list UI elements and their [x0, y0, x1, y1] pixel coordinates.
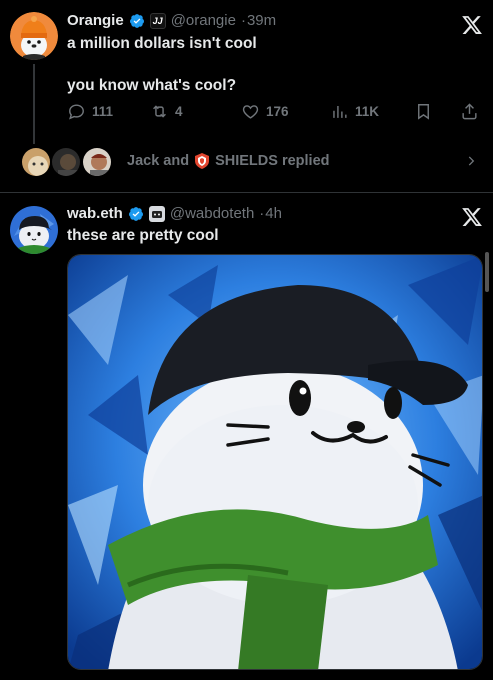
views-button[interactable]: 11K: [330, 102, 379, 121]
action-bar: 111 4 176 11K: [67, 102, 482, 124]
verified-badge-icon: [129, 13, 144, 28]
tweet-text-line1: a million dollars isn't cool: [67, 35, 257, 52]
replier-avatar-1: [20, 146, 52, 178]
author-name[interactable]: Orangie: [67, 12, 124, 29]
avatar[interactable]: [10, 206, 58, 254]
affiliate-badge-icon: JJ: [149, 12, 166, 29]
reply-icon: [69, 104, 84, 120]
view-count: 11K: [355, 104, 380, 119]
timestamp[interactable]: 39m: [247, 12, 276, 29]
author-handle[interactable]: @wabdoteth: [170, 205, 254, 222]
x-logo-icon[interactable]: [461, 14, 483, 36]
like-button[interactable]: 176: [241, 102, 289, 121]
heart-icon: [242, 105, 259, 119]
affiliate-badge-label: JJ: [152, 15, 163, 26]
author-handle[interactable]: @orangie: [171, 12, 236, 29]
reply-button[interactable]: 111: [67, 102, 113, 121]
dot-separator: ·: [240, 12, 246, 29]
replied-text: Jack and SHIELDS replied: [127, 153, 330, 169]
views-icon: [333, 105, 347, 118]
like-count: 176: [266, 104, 289, 119]
tweet-text-line2: you know what's cool?: [67, 77, 237, 94]
avatar[interactable]: [10, 12, 58, 60]
replied-names-prefix: Jack and: [127, 153, 190, 169]
repost-button[interactable]: 4: [150, 102, 183, 121]
timestamp[interactable]: 4h: [265, 205, 282, 222]
repost-icon: [153, 105, 166, 118]
chevron-right-icon: [468, 156, 475, 166]
bookmark-button[interactable]: [414, 102, 433, 121]
replied-bar[interactable]: Jack and SHIELDS replied: [20, 146, 490, 178]
share-icon: [462, 103, 477, 120]
scrollbar[interactable]: [485, 252, 489, 292]
dot-separator: ·: [259, 205, 265, 222]
bookmark-icon: [418, 104, 429, 120]
tweet-media-image[interactable]: [67, 254, 483, 670]
thread-line: [33, 64, 35, 144]
affiliate-badge-icon: [148, 205, 165, 222]
tweet-wab[interactable]: wab.eth @wabdoteth · 4h these are pretty…: [0, 193, 493, 680]
replied-names-suffix: SHIELDS replied: [215, 153, 330, 169]
author-name[interactable]: wab.eth: [67, 205, 123, 222]
seal-illustration: [68, 255, 482, 669]
tweet-header: wab.eth @wabdoteth · 4h: [67, 205, 282, 222]
reply-count: 111: [92, 104, 114, 119]
tweet-header: Orangie JJ @orangie · 39m: [67, 12, 276, 29]
replier-avatar-3: [81, 146, 113, 178]
x-logo-icon[interactable]: [461, 206, 483, 228]
share-button[interactable]: [460, 102, 479, 121]
repost-count: 4: [175, 104, 183, 119]
tweet-text: these are pretty cool: [67, 227, 219, 244]
tweet-orangie[interactable]: Orangie JJ @orangie · 39m a million doll…: [0, 0, 493, 192]
verified-badge-icon: [128, 206, 143, 221]
shield-icon: [195, 153, 210, 169]
replier-avatar-2: [50, 146, 82, 178]
